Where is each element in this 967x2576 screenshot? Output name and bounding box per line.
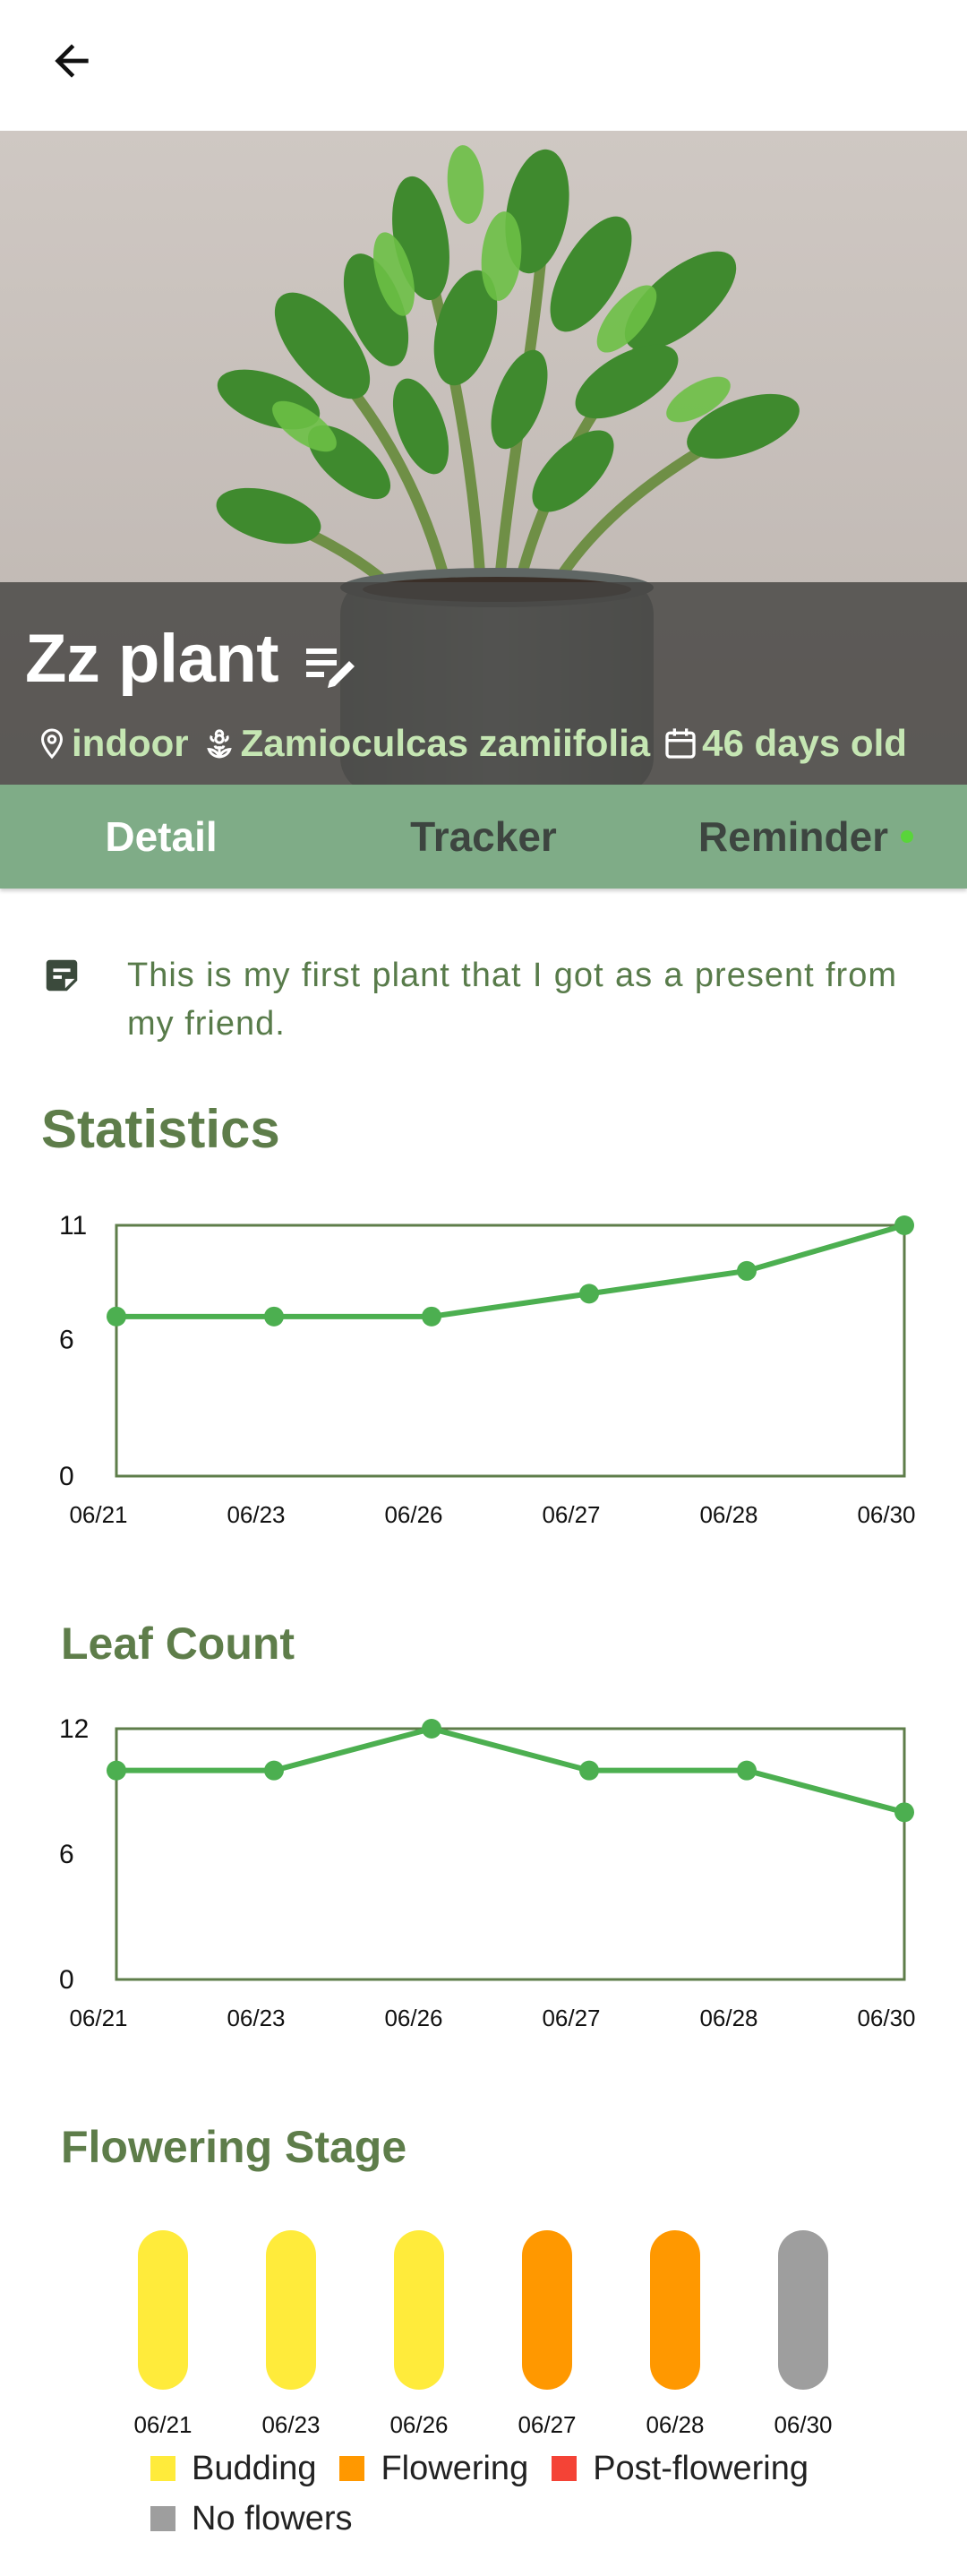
leaf-count-data-point xyxy=(894,1802,914,1823)
leaf-count-chart: 12 6 0 06/21 06/23 06/26 06/27 06/28 06/30 xyxy=(59,1714,916,2031)
age-chip: 46 days old xyxy=(663,722,907,765)
species-text: Zamioculcas zamiifolia xyxy=(240,722,651,764)
legend-item: Post-flowering xyxy=(552,2449,809,2488)
leaf-count-x-tick-label: 06/27 xyxy=(542,2005,600,2031)
tab-bar: Detail Tracker Reminder xyxy=(0,785,967,889)
flower-icon xyxy=(206,729,232,759)
legend-item: No flowers xyxy=(150,2499,353,2538)
legend-swatch xyxy=(150,2456,175,2481)
tab-reminder-label: Reminder xyxy=(697,813,889,860)
location-text: indoor xyxy=(72,722,189,764)
statistics-data-point xyxy=(737,1260,757,1281)
statistics-x-tick-label: 06/23 xyxy=(227,1501,285,1528)
legend-label: Post-flowering xyxy=(593,2449,809,2487)
flowering-legend: Budding Flowering Post-flowering No flowers xyxy=(150,2449,938,2538)
leaf-count-data-point xyxy=(107,1760,126,1781)
tab-detail-label: Detail xyxy=(105,813,218,860)
tab-tracker-label: Tracker xyxy=(410,813,557,860)
statistics-data-point xyxy=(264,1306,284,1327)
leaf-count-y-tick-label: 12 xyxy=(59,1714,89,1744)
top-app-bar xyxy=(0,0,967,131)
leaf-count-data-point xyxy=(422,1719,441,1739)
flowering-stage-pill xyxy=(522,2230,572,2390)
flowering-x-tick-label: 06/27 xyxy=(518,2411,576,2438)
leaf-count-data-point xyxy=(579,1760,599,1781)
statistics-y-tick-label: 6 xyxy=(59,1325,74,1354)
legend-swatch xyxy=(150,2506,175,2531)
tab-tracker[interactable]: Tracker xyxy=(322,785,645,889)
location-chip: indoor xyxy=(36,722,189,765)
species-chip: Zamioculcas zamiifolia xyxy=(201,722,651,765)
legend-item: Flowering xyxy=(339,2449,528,2488)
note-text: This is my first plant that I got as a p… xyxy=(127,957,897,1043)
back-button[interactable] xyxy=(36,25,107,97)
statistics-series-line xyxy=(116,1223,905,1319)
statistics-x-tick-label: 06/28 xyxy=(699,1501,757,1528)
tab-reminder[interactable]: Reminder xyxy=(645,785,967,889)
legend-label: No flowers xyxy=(192,2499,353,2537)
legend-item: Budding xyxy=(150,2449,316,2488)
location-pin-icon xyxy=(40,728,64,760)
statistics-data-point xyxy=(894,1215,914,1235)
note-icon xyxy=(46,959,78,992)
leaf-count-x-tick-label: 06/21 xyxy=(69,2005,127,2031)
arrow-left-icon xyxy=(55,44,89,78)
reminder-notification-dot xyxy=(901,830,914,843)
flowering-stage-title: Flowering Stage xyxy=(61,2122,407,2172)
plant-info-overlay: Zz plant indoor Zamioculcas zamiifolia 4… xyxy=(0,582,967,785)
statistics-x-tick-label: 06/26 xyxy=(384,1501,442,1528)
leaf-count-y-tick-label: 6 xyxy=(59,1840,74,1869)
statistics-plot-frame xyxy=(115,1224,906,1478)
leaf-count-data-point xyxy=(264,1760,284,1781)
leaf-count-x-tick-label: 06/26 xyxy=(384,2005,442,2031)
legend-swatch xyxy=(552,2456,578,2481)
statistics-x-tick-label: 06/30 xyxy=(857,1501,915,1528)
flowering-stage-pill xyxy=(138,2230,188,2390)
flowering-x-tick-label: 06/26 xyxy=(389,2411,448,2438)
legend-label: Budding xyxy=(192,2449,317,2487)
leaf-count-x-tick-label: 06/30 xyxy=(857,2005,915,2031)
leaf-count-title: Leaf Count xyxy=(61,1619,295,1669)
age-text: 46 days old xyxy=(702,722,907,764)
statistics-data-point xyxy=(579,1284,599,1304)
leaf-count-x-tick-label: 06/28 xyxy=(699,2005,757,2031)
flowering-stage-pill xyxy=(394,2230,444,2390)
statistics-title: Statistics xyxy=(41,1099,280,1159)
statistics-data-point xyxy=(107,1306,126,1327)
statistics-x-tick-label: 06/27 xyxy=(542,1501,600,1528)
statistics-y-tick-label: 11 xyxy=(59,1211,87,1241)
flowering-stage-pill xyxy=(778,2230,828,2390)
statistics-chart: 11 6 0 06/21 06/23 06/26 06/27 06/28 06/30 xyxy=(59,1211,916,1528)
statistics-x-tick-label: 06/21 xyxy=(69,1501,127,1528)
edit-note-icon xyxy=(306,648,355,688)
calendar-icon xyxy=(665,728,696,759)
flowering-stage-pill xyxy=(266,2230,316,2390)
flowering-x-tick-label: 06/30 xyxy=(774,2411,832,2438)
flowering-stage-pill xyxy=(650,2230,700,2390)
plant-name: Zz plant xyxy=(25,621,279,697)
leaf-count-plot-frame xyxy=(115,1727,906,1981)
flowering-x-tick-label: 06/23 xyxy=(261,2411,320,2438)
flowering-stage-chart: 06/21 06/23 06/26 06/27 06/28 06/30 xyxy=(133,2230,833,2438)
flowering-x-tick-label: 06/28 xyxy=(646,2411,704,2438)
leaf-count-y-tick-label: 0 xyxy=(59,1965,74,1995)
plant-meta-row: indoor Zamioculcas zamiifolia 46 days ol… xyxy=(36,717,907,770)
leaf-count-x-tick-label: 06/23 xyxy=(227,2005,285,2031)
leaf-count-series-line xyxy=(116,1726,905,1816)
plant-photo-header: Zz plant indoor Zamioculcas zamiifolia 4… xyxy=(0,131,967,785)
statistics-y-tick-label: 0 xyxy=(59,1462,74,1491)
statistics-data-point xyxy=(422,1306,441,1327)
leaf-count-data-point xyxy=(737,1760,757,1781)
legend-swatch xyxy=(339,2456,365,2481)
edit-notes-button[interactable] xyxy=(303,636,360,690)
flowering-x-tick-label: 06/21 xyxy=(133,2411,192,2438)
tab-detail[interactable]: Detail xyxy=(0,785,322,889)
legend-label: Flowering xyxy=(381,2449,529,2487)
